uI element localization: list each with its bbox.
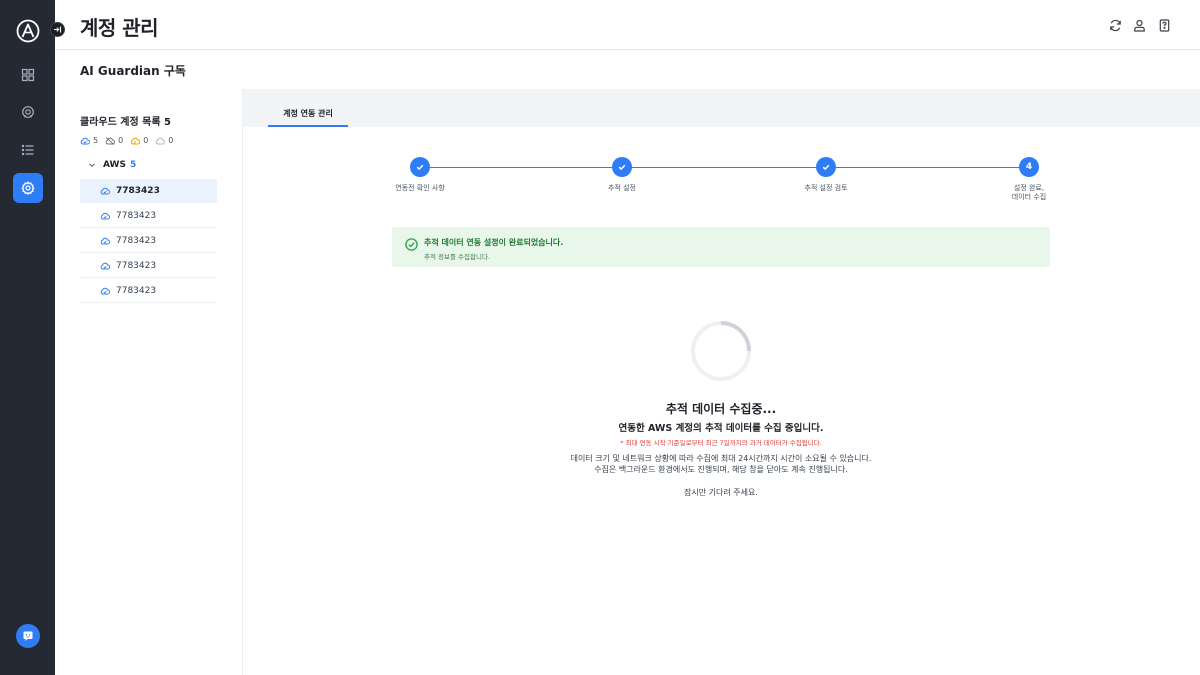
stat-idle: 0 xyxy=(155,136,173,145)
subscription-title: AI Guardian 구독 xyxy=(80,64,186,78)
account-id: 7783423 xyxy=(116,186,160,196)
step-4-label-line1: 설정 완료, xyxy=(1013,184,1045,192)
cloud-idle-icon xyxy=(156,137,166,144)
stat-connected-count: 5 xyxy=(93,136,99,145)
account-id: 7783423 xyxy=(116,235,157,246)
cloud-account-list: 클라우드 계정 목록 5 5 0 0 0 AWS 5 7783423 77834… xyxy=(55,89,243,675)
step-2-check-icon xyxy=(612,157,632,177)
list-icon[interactable] xyxy=(13,135,43,165)
provider-node-aws[interactable]: AWS 5 xyxy=(88,160,136,170)
account-list-title: 클라우드 계정 목록 5 xyxy=(80,117,172,128)
step-1-check-icon xyxy=(410,157,430,177)
loading-description: 데이터 크기 및 네트워크 상황에 따라 수집에 최대 24시간까지 시간이 소… xyxy=(421,453,1021,475)
left-nav-rail xyxy=(0,0,55,675)
page-header: 계정 관리 xyxy=(55,0,1200,50)
cloud-off-icon xyxy=(105,136,116,145)
stat-idle-count: 0 xyxy=(168,136,174,145)
account-status-stats: 5 0 0 0 xyxy=(80,136,180,145)
app-logo-icon[interactable] xyxy=(16,19,40,43)
account-id: 7783423 xyxy=(116,285,157,296)
stat-disconnected-count: 0 xyxy=(118,136,124,145)
loading-desc-line1: 데이터 크기 및 네트워크 상황에 따라 수집에 최대 24시간까지 시간이 소… xyxy=(570,454,872,463)
stat-warning-count: 0 xyxy=(143,136,149,145)
dashboard-icon[interactable] xyxy=(13,60,43,90)
loading-desc-line2: 수집은 백그라운드 환경에서도 진행되며, 해당 창을 닫아도 계속 진행됩니다… xyxy=(594,465,848,474)
step-3-check-icon xyxy=(816,157,836,177)
step-4-label: 설정 완료, 데이터 수집 xyxy=(969,184,1089,202)
step-4-label-line2: 데이터 수집 xyxy=(1011,193,1047,201)
stat-warning: 0 xyxy=(130,136,148,145)
cloud-ok-icon xyxy=(100,262,110,269)
tab-strip: 계정 연동 관리 xyxy=(243,89,1200,127)
provider-label: AWS xyxy=(103,160,126,170)
account-item[interactable]: 7783423 xyxy=(80,229,217,253)
stat-connected: 5 xyxy=(80,136,98,145)
loading-note: * 최대 연동 시작 기준일로부터 최근 7일까지의 과거 데이터가 수집됩니다… xyxy=(620,439,822,447)
cloud-ok-icon xyxy=(100,287,110,294)
settings-icon[interactable] xyxy=(13,173,43,203)
loading-spinner-icon xyxy=(689,319,753,383)
loading-wait-message: 잠시만 기다려 주세요. xyxy=(684,488,758,497)
chevron-down-icon[interactable] xyxy=(88,161,96,169)
cloud-ok-icon xyxy=(80,137,90,144)
chat-support-icon[interactable] xyxy=(16,624,40,648)
account-item[interactable]: 7783423 xyxy=(80,279,217,303)
refresh-icon[interactable] xyxy=(1107,17,1123,33)
account-id: 7783423 xyxy=(116,260,157,271)
cloud-ok-icon xyxy=(100,212,110,219)
subscription-bar: AI Guardian 구독 xyxy=(55,50,1200,89)
banner-title: 추적 데이터 연동 설정이 완료되었습니다. xyxy=(424,238,564,247)
collapse-rail-button[interactable] xyxy=(50,22,65,37)
banner-subtitle: 추적 정보를 수집합니다. xyxy=(424,253,490,261)
brain-icon[interactable] xyxy=(13,97,43,127)
account-item[interactable]: 7783423 xyxy=(80,179,217,203)
help-icon[interactable] xyxy=(1156,17,1172,33)
page-title: 계정 관리 xyxy=(80,16,159,40)
check-circle-icon xyxy=(405,236,418,255)
tab-account-integration[interactable]: 계정 연동 관리 xyxy=(268,104,348,127)
user-icon[interactable] xyxy=(1131,17,1147,33)
step-3-label: 추적 설정 검토 xyxy=(804,184,848,192)
account-id: 7783423 xyxy=(116,210,157,221)
provider-count: 5 xyxy=(129,160,137,170)
step-1-label: 연동전 확인 사항 xyxy=(395,184,445,192)
account-item[interactable]: 7783423 xyxy=(80,254,217,278)
cloud-ok-icon xyxy=(100,237,110,244)
cloud-warn-icon xyxy=(130,137,141,144)
stepper-progress-line xyxy=(420,167,1030,168)
step-4-number: 4 xyxy=(1019,157,1039,177)
loading-title: 추적 데이터 수집중... xyxy=(665,402,777,416)
stat-disconnected: 0 xyxy=(105,136,123,145)
cloud-ok-icon xyxy=(100,187,110,195)
step-2-label: 추적 설정 xyxy=(608,184,636,192)
account-item[interactable]: 7783423 xyxy=(80,204,217,228)
success-banner: 추적 데이터 연동 설정이 완료되었습니다. 추적 정보를 수집합니다. xyxy=(392,227,1050,267)
loading-subtitle: 연동한 AWS 계정의 추적 데이터를 수집 중입니다. xyxy=(618,423,824,434)
